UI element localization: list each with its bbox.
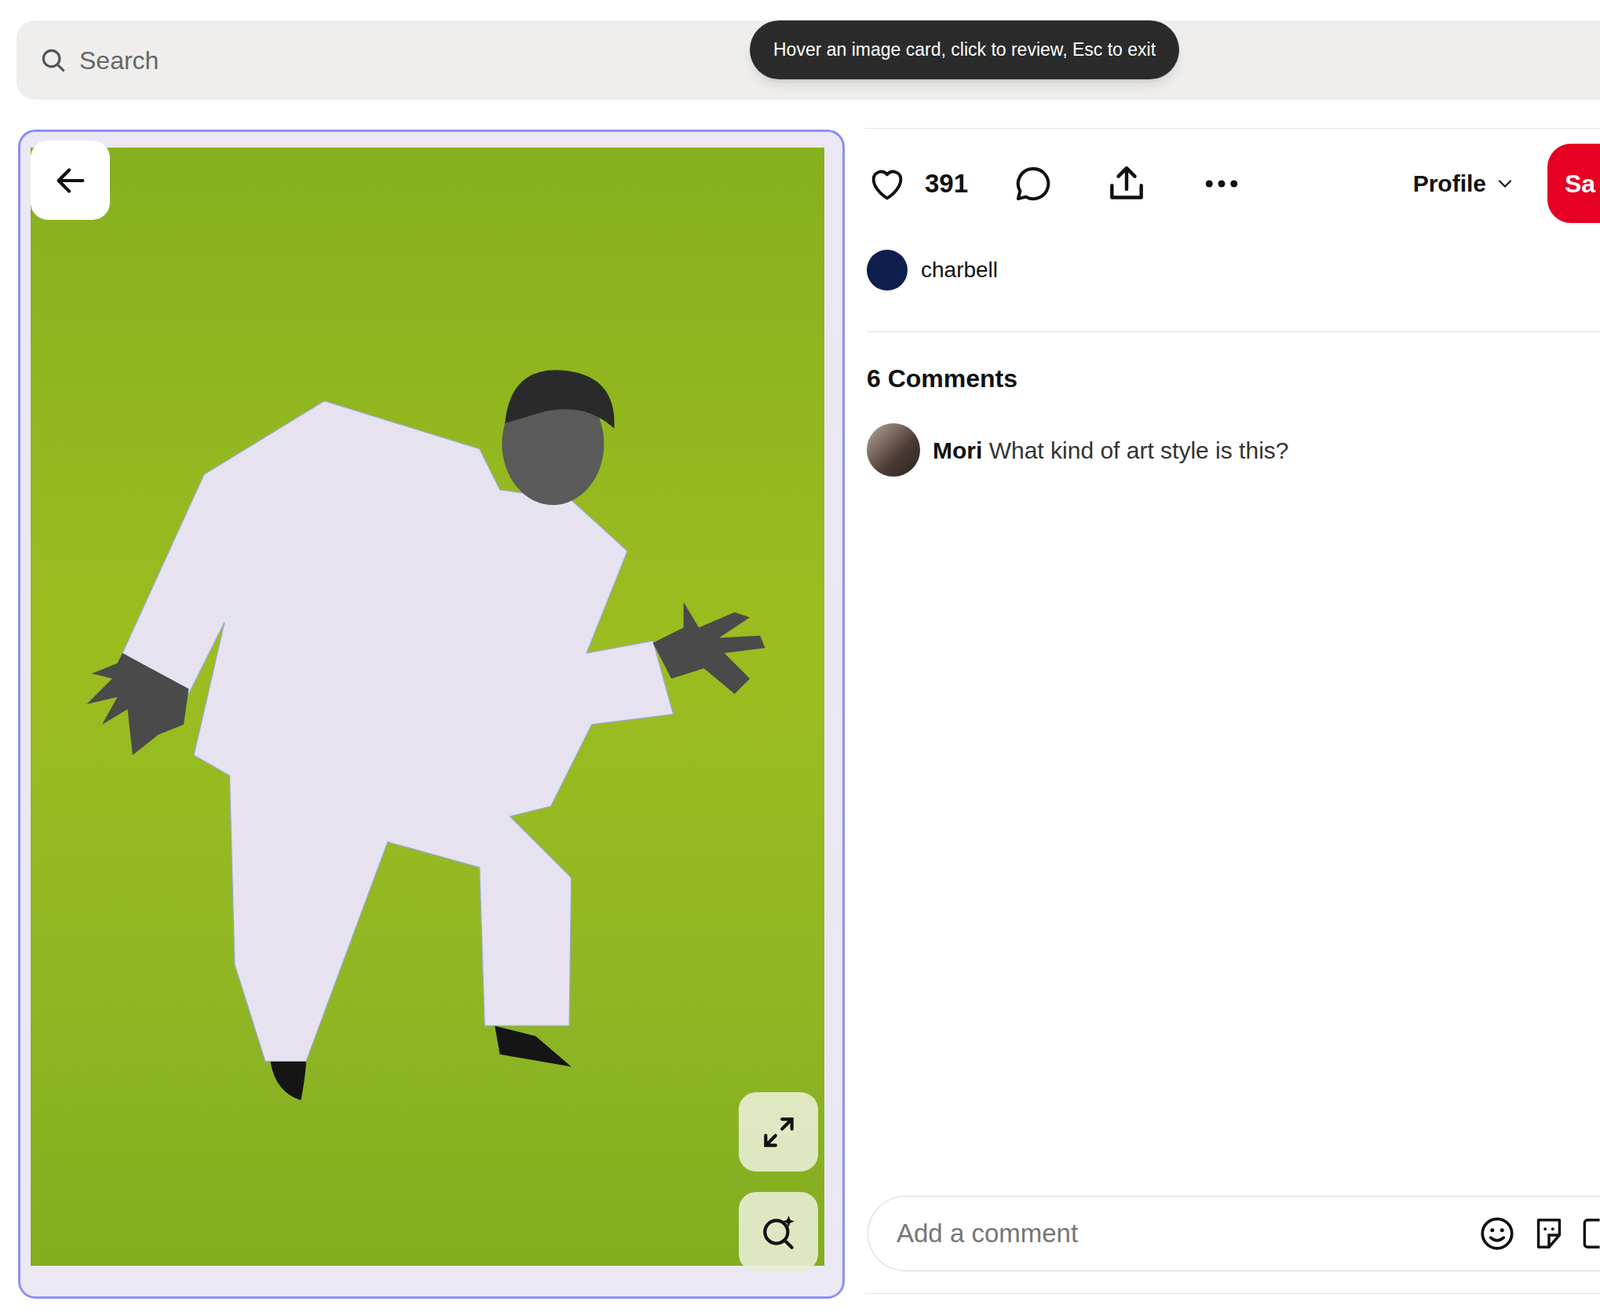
comments-count: 6 Comments xyxy=(866,363,1600,394)
image-icon[interactable] xyxy=(1581,1215,1600,1252)
chevron-down-icon xyxy=(1494,172,1516,195)
profile-label: Profile xyxy=(1413,165,1487,201)
save-label: Sa xyxy=(1564,164,1596,203)
share-icon[interactable] xyxy=(1104,161,1149,206)
visual-search-button[interactable] xyxy=(738,1191,819,1272)
comment-input[interactable] xyxy=(867,1195,1600,1272)
author-name[interactable]: charbell xyxy=(920,253,998,287)
comment-text-line: Mori What kind of art style is this? xyxy=(932,434,1289,466)
hint-text: Hover an image card, click to review, Es… xyxy=(773,36,1156,64)
back-arrow-icon xyxy=(52,162,89,199)
comments-list: Mori What kind of art style is this? xyxy=(865,423,1600,477)
comment-icon[interactable] xyxy=(1011,162,1055,205)
emoji-icon[interactable] xyxy=(1477,1213,1517,1253)
spacer xyxy=(865,476,1600,1196)
expand-button[interactable] xyxy=(738,1092,819,1172)
visual-search-icon xyxy=(759,1212,799,1252)
action-bar: 391 Profile Sa xyxy=(865,143,1600,223)
pin-artwork xyxy=(30,147,825,1266)
author-row[interactable]: charbell xyxy=(866,249,1600,333)
profile-dropdown[interactable]: Profile xyxy=(1413,165,1516,201)
comment-text: What kind of art style is this? xyxy=(989,437,1290,464)
sticker-icon[interactable] xyxy=(1530,1215,1568,1252)
save-button[interactable]: Sa xyxy=(1547,143,1600,223)
author-avatar xyxy=(866,249,908,291)
like-count: 391 xyxy=(924,164,969,204)
pin-view: 391 Profile Sa charbell 6 Comments Mori What … xyxy=(0,127,1600,1299)
pin-image-card[interactable] xyxy=(18,129,845,1299)
heart-icon xyxy=(866,163,908,205)
pin-details-panel: 391 Profile Sa charbell 6 Comments Mori What … xyxy=(865,127,1600,1294)
like-button[interactable]: 391 xyxy=(866,163,969,205)
search-icon xyxy=(38,45,69,76)
more-options-icon[interactable] xyxy=(1200,162,1243,205)
comment-author[interactable]: Mori xyxy=(932,437,983,464)
comment-row: Mori What kind of art style is this? xyxy=(866,423,1600,477)
expand-icon xyxy=(759,1112,799,1152)
commenter-avatar[interactable] xyxy=(866,423,921,477)
hint-tooltip: Hover an image card, click to review, Es… xyxy=(749,20,1180,80)
comment-field[interactable] xyxy=(896,1213,1464,1253)
back-button[interactable] xyxy=(30,140,110,220)
